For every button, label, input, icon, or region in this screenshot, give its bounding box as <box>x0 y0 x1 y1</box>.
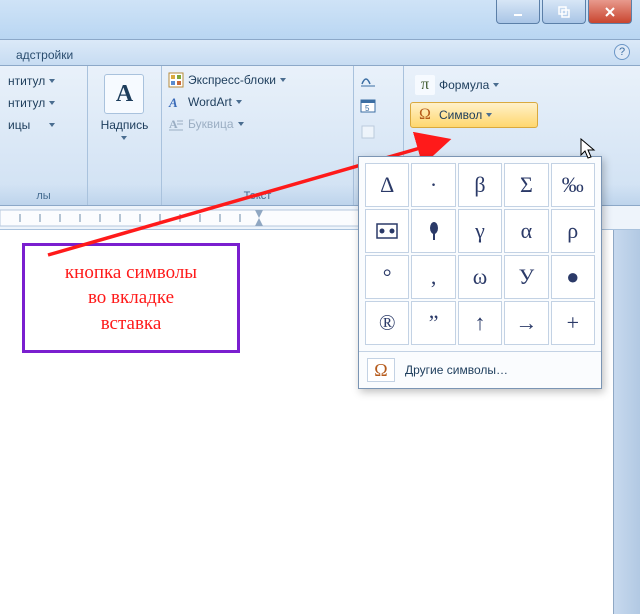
dropcap-button[interactable]: A Буквица <box>168 116 286 132</box>
symbol-cell[interactable]: Σ <box>504 163 548 207</box>
symbol-cell[interactable] <box>411 209 455 253</box>
textbox-label: Надпись <box>101 118 149 132</box>
symbol-cell[interactable]: β <box>458 163 502 207</box>
symbol-cell[interactable]: γ <box>458 209 502 253</box>
chevron-down-icon <box>486 113 492 117</box>
symbol-cell[interactable]: ↑ <box>458 301 502 345</box>
datetime-icon[interactable]: 5 <box>360 98 376 114</box>
help-button[interactable]: ? <box>614 44 630 60</box>
header-label: нтитул <box>8 74 45 88</box>
symbol-cell[interactable]: ® <box>365 301 409 345</box>
callout-line2: во вкладке <box>65 285 197 311</box>
symbol-cell[interactable]: ρ <box>551 209 595 253</box>
dropcap-icon: A <box>168 116 184 132</box>
svg-text:A: A <box>169 117 178 131</box>
symbol-cell[interactable]: , <box>411 255 455 299</box>
signature-icon[interactable] <box>360 72 376 88</box>
symbol-cell[interactable]: ° <box>365 255 409 299</box>
dropcap-label: Буквица <box>188 117 234 131</box>
svg-text:A: A <box>168 95 178 110</box>
symbol-cell[interactable]: ● <box>551 255 595 299</box>
equation-button[interactable]: π Формула <box>410 72 538 98</box>
symbol-cell[interactable]: У <box>504 255 548 299</box>
symbol-cell[interactable]: α <box>504 209 548 253</box>
chevron-down-icon <box>49 101 55 105</box>
pagenumber-button[interactable]: ицы <box>6 116 57 134</box>
window-titlebar <box>0 0 640 40</box>
annotation-callout: кнопка символы во вкладке вставка <box>22 243 240 353</box>
pagenumber-label: ицы <box>8 118 30 132</box>
group-label-textbox <box>94 200 155 203</box>
callout-line1: кнопка символы <box>65 260 197 286</box>
symbol-cell[interactable]: → <box>504 301 548 345</box>
object-icon[interactable] <box>360 124 376 140</box>
quickparts-label: Экспресс-блоки <box>188 73 276 87</box>
wordart-button[interactable]: A WordArt <box>168 94 286 110</box>
textbox-icon: A <box>104 74 144 114</box>
quickparts-icon <box>168 72 184 88</box>
symbol-cell[interactable]: ‰ <box>551 163 595 207</box>
ribbon-tab-strip: адстройки ? <box>0 40 640 66</box>
quickparts-button[interactable]: Экспресс-блоки <box>168 72 286 88</box>
window-minimize-button[interactable] <box>496 0 540 24</box>
pi-icon: π <box>415 75 435 95</box>
symbol-cell[interactable]: ” <box>411 301 455 345</box>
more-symbols-link[interactable]: Другие символы… <box>405 363 508 377</box>
symbol-cell[interactable]: · <box>411 163 455 207</box>
wordart-icon: A <box>168 94 184 110</box>
ribbon-group-headerfooter: нтитул нтитул ицы лы <box>0 66 88 205</box>
symbol-button[interactable]: Ω Символ <box>410 102 538 128</box>
omega-icon: Ω <box>367 358 395 382</box>
symbol-cell[interactable]: Δ <box>365 163 409 207</box>
symbol-cell[interactable]: + <box>551 301 595 345</box>
footer-label: нтитул <box>8 96 45 110</box>
window-close-button[interactable] <box>588 0 632 24</box>
chevron-down-icon <box>49 79 55 83</box>
chevron-down-icon <box>280 78 286 82</box>
ribbon-group-text: Экспресс-блоки A WordArt A Буквица Текст <box>162 66 354 205</box>
symbol-cell[interactable] <box>365 209 409 253</box>
equation-label: Формула <box>439 78 489 92</box>
textbox-button[interactable]: A Надпись <box>99 72 151 142</box>
window-maximize-button[interactable] <box>542 0 586 24</box>
ribbon-group-textbox: A Надпись <box>88 66 162 205</box>
wordart-label: WordArt <box>188 95 232 109</box>
callout-line3: вставка <box>65 311 197 337</box>
symbol-cell[interactable]: ω <box>458 255 502 299</box>
group-label-headerfooter: лы <box>6 188 81 203</box>
chevron-down-icon <box>49 123 55 127</box>
vertical-scrollbar[interactable] <box>614 230 640 614</box>
chevron-down-icon <box>121 136 127 140</box>
footer-button[interactable]: нтитул <box>6 94 57 112</box>
svg-text:5: 5 <box>365 104 370 113</box>
symbol-dropdown-panel: Δ·βΣ‰ γαρ °,ωУ● ®”↑→+ Ω Другие символы… <box>358 156 602 389</box>
chevron-down-icon <box>493 83 499 87</box>
symbol-label: Символ <box>439 108 482 122</box>
header-button[interactable]: нтитул <box>6 72 57 90</box>
chevron-down-icon <box>236 100 242 104</box>
tab-addins[interactable]: адстройки <box>4 44 85 65</box>
omega-icon: Ω <box>415 105 435 125</box>
chevron-down-icon <box>238 122 244 126</box>
group-label-text: Текст <box>168 188 347 203</box>
